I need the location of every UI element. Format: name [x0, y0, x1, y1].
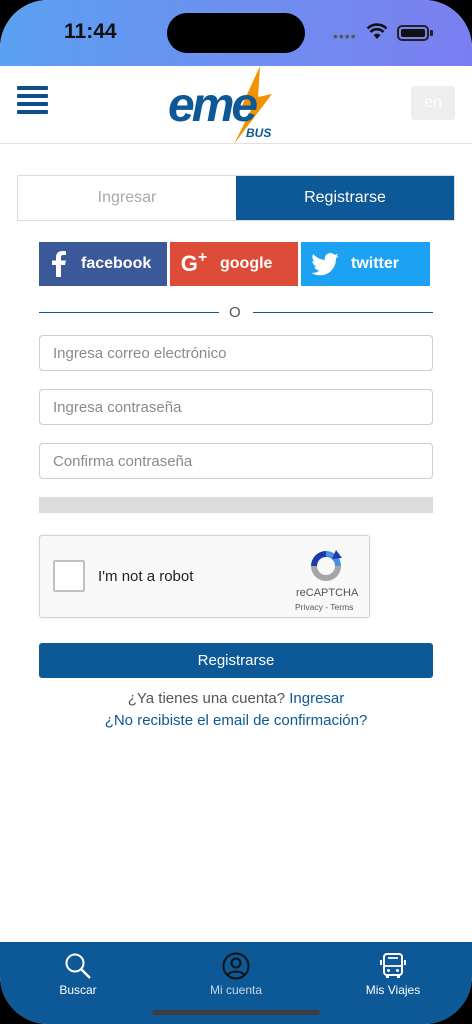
nav-item-buscar[interactable]: Buscar: [28, 952, 128, 997]
wifi-icon: [366, 23, 388, 39]
nav-label-mi-cuenta: Mi cuenta: [209, 983, 263, 997]
facebook-label: facebook: [81, 255, 152, 272]
nav-label-buscar: Buscar: [59, 983, 97, 997]
menu-icon[interactable]: [17, 86, 48, 116]
nav-item-mis-viajes[interactable]: Mis Viajes: [343, 952, 443, 997]
recaptcha-privacy-terms[interactable]: Privacy - Terms: [295, 602, 353, 612]
login-link[interactable]: Ingresar: [289, 690, 344, 707]
nav-label-mis-viajes: Mis Viajes: [365, 983, 421, 997]
google-login-button[interactable]: G + google: [170, 242, 298, 286]
battery-icon: [397, 25, 433, 41]
svg-text:BUS: BUS: [246, 126, 271, 140]
home-indicator: [152, 1010, 320, 1015]
phone-screen: 11:44 •••• eme BUS en Ingresar Registrar…: [0, 0, 472, 1024]
google-plus-icon: G +: [180, 249, 208, 276]
status-bar: 11:44 ••••: [0, 0, 472, 66]
email-field[interactable]: [39, 335, 433, 371]
eme-bus-logo: eme BUS: [168, 66, 292, 144]
nav-item-mi-cuenta[interactable]: Mi cuenta: [186, 952, 286, 997]
camera-notch: [167, 13, 305, 53]
recaptcha-checkbox[interactable]: [53, 560, 85, 592]
password-field[interactable]: [39, 389, 433, 425]
have-account-line: ¿Ya tienes una cuenta? Ingresar: [0, 690, 472, 707]
facebook-icon: [39, 242, 79, 286]
twitter-icon: [301, 242, 349, 286]
user-circle-icon: [222, 952, 250, 980]
confirm-password-field[interactable]: [39, 443, 433, 479]
have-account-text: ¿Ya tienes una cuenta?: [127, 690, 286, 707]
facebook-login-button[interactable]: facebook: [39, 242, 167, 286]
auth-tabs: Ingresar Registrarse: [17, 175, 455, 221]
tab-login[interactable]: Ingresar: [18, 176, 236, 220]
bus-icon: [380, 953, 406, 978]
recaptcha-icon: [311, 550, 342, 581]
language-button[interactable]: en: [411, 86, 455, 120]
status-time: 11:44: [64, 20, 117, 43]
recaptcha-widget: I'm not a robot reCAPTCHA Privacy - Term…: [39, 535, 370, 618]
resend-confirmation-link[interactable]: ¿No recibiste el email de confirmación?: [0, 712, 472, 729]
app-header: eme BUS en: [0, 66, 472, 144]
or-text: O: [229, 304, 241, 321]
recaptcha-label: I'm not a robot: [98, 568, 194, 585]
password-strength-bar: [39, 497, 433, 513]
recaptcha-brand: reCAPTCHA: [296, 587, 359, 599]
tab-register[interactable]: Registrarse: [236, 176, 454, 220]
svg-text:eme: eme: [168, 79, 257, 132]
twitter-login-button[interactable]: twitter: [301, 242, 430, 286]
or-divider: O: [39, 302, 433, 324]
google-label: google: [220, 255, 273, 272]
register-button[interactable]: Registrarse: [39, 643, 433, 678]
twitter-label: twitter: [351, 255, 399, 272]
search-icon: [65, 953, 91, 979]
signal-icon: ••••: [333, 28, 357, 44]
